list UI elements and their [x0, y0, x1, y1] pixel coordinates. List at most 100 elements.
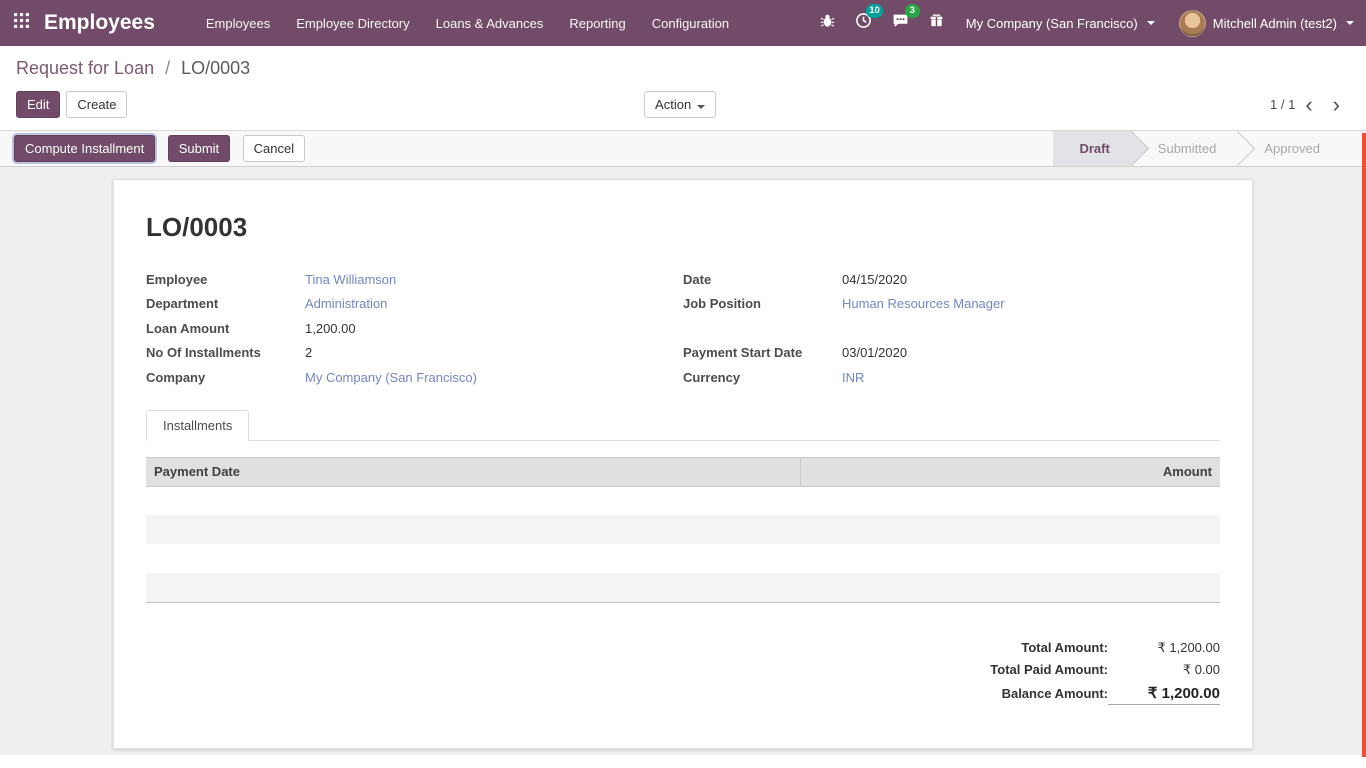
field-column-left: Employee Tina Williamson Department Admi…	[146, 267, 683, 390]
column-header-payment-date[interactable]: Payment Date	[146, 457, 801, 486]
notebook-tabs: Installments	[146, 410, 1220, 441]
pager-next-button[interactable]: ›	[1323, 94, 1350, 116]
field-currency: Currency INR	[683, 365, 1220, 390]
field-label: Company	[146, 370, 305, 385]
user-avatar	[1179, 10, 1206, 37]
activity-count-badge: 10	[866, 4, 883, 18]
action-dropdown-button[interactable]: Action	[644, 91, 716, 118]
field-label: Currency	[683, 370, 842, 385]
currency-link[interactable]: INR	[842, 370, 864, 385]
create-button[interactable]: Create	[66, 91, 127, 118]
total-paid-amount-label: Total Paid Amount:	[990, 662, 1108, 677]
nav-item-reporting[interactable]: Reporting	[556, 0, 638, 46]
employee-link[interactable]: Tina Williamson	[305, 272, 396, 287]
nav-item-configuration[interactable]: Configuration	[639, 0, 742, 46]
total-amount-row: Total Amount: ₹ 1,200.00	[1021, 637, 1220, 659]
field-label: No Of Installments	[146, 345, 305, 360]
field-payment-start-date: Payment Start Date 03/01/2020	[683, 341, 1220, 366]
balance-amount-value: ₹ 1,200.00	[1108, 684, 1220, 705]
compute-installment-button[interactable]: Compute Installment	[14, 135, 155, 162]
nav-item-loans-advances[interactable]: Loans & Advances	[423, 0, 557, 46]
status-pipeline: Draft Submitted Approved	[1053, 131, 1366, 166]
company-link[interactable]: My Company (San Francisco)	[305, 370, 477, 385]
app-menu: Employees Employee Directory Loans & Adv…	[193, 0, 742, 46]
empty-cell	[146, 486, 801, 515]
field-label: Date	[683, 272, 842, 287]
pager: 1 / 1 ‹ ›	[1270, 94, 1350, 116]
statusbar: Compute Installment Submit Cancel Draft …	[0, 130, 1366, 167]
field-label: Loan Amount	[146, 321, 305, 336]
field-employee: Employee Tina Williamson	[146, 267, 683, 292]
record-title: LO/0003	[146, 212, 1220, 243]
job-position-link[interactable]: Human Resources Manager	[842, 296, 1005, 311]
submit-button[interactable]: Submit	[168, 135, 230, 162]
company-name: My Company (San Francisco)	[966, 16, 1138, 31]
totals-block: Total Amount: ₹ 1,200.00 Total Paid Amou…	[146, 637, 1220, 708]
apps-grid-icon	[14, 13, 29, 33]
field-spacer	[683, 316, 1220, 341]
breadcrumb-current: LO/0003	[181, 58, 250, 78]
control-panel: Request for Loan / LO/0003 Edit Create A…	[0, 46, 1366, 130]
control-buttons-row: Edit Create Action 1 / 1 ‹ ›	[16, 91, 1350, 118]
debug-mode-button[interactable]	[810, 0, 845, 46]
messages-button[interactable]: 3	[882, 0, 919, 46]
pager-previous-button[interactable]: ‹	[1295, 94, 1322, 116]
field-loan-amount: Loan Amount 1,200.00	[146, 316, 683, 341]
statusbar-buttons: Compute Installment Submit Cancel	[14, 135, 307, 162]
apps-menu-button[interactable]	[0, 0, 42, 46]
cancel-button[interactable]: Cancel	[243, 135, 305, 162]
field-department: Department Administration	[146, 292, 683, 317]
field-date: Date 04/15/2020	[683, 267, 1220, 292]
field-company: Company My Company (San Francisco)	[146, 365, 683, 390]
field-installments-count: No Of Installments 2	[146, 341, 683, 366]
payment-start-date-value: 03/01/2020	[842, 345, 907, 360]
gift-button[interactable]	[919, 0, 954, 46]
balance-amount-row: Balance Amount: ₹ 1,200.00	[1002, 681, 1220, 708]
empty-cell	[801, 544, 1220, 573]
activities-button[interactable]: 10	[845, 0, 882, 46]
installments-empty-row	[146, 515, 1220, 544]
empty-cell	[146, 515, 801, 544]
installments-empty-row	[146, 486, 1220, 515]
caret-down-icon	[697, 105, 705, 109]
user-menu[interactable]: Mitchell Admin (test2)	[1167, 0, 1366, 46]
breadcrumb-separator: /	[165, 58, 170, 78]
caret-down-icon	[1346, 21, 1354, 25]
status-draft[interactable]: Draft	[1053, 131, 1131, 166]
field-job-position: Job Position Human Resources Manager	[683, 292, 1220, 317]
department-link[interactable]: Administration	[305, 296, 387, 311]
breadcrumb-parent-link[interactable]: Request for Loan	[16, 58, 154, 78]
odoo-screen: Employees Employees Employee Directory L…	[0, 0, 1366, 768]
total-paid-amount-value: ₹ 0.00	[1108, 662, 1220, 678]
table-header-row: Payment Date Amount	[146, 457, 1220, 486]
empty-cell	[146, 573, 801, 602]
pager-counter: 1 / 1	[1270, 97, 1295, 112]
balance-amount-label: Balance Amount:	[1002, 686, 1108, 701]
field-label: Employee	[146, 272, 305, 287]
caret-down-icon	[1147, 21, 1155, 25]
installments-count-value: 2	[305, 345, 312, 360]
right-edge-scrollbar[interactable]	[1362, 133, 1366, 757]
company-switcher[interactable]: My Company (San Francisco)	[954, 0, 1167, 46]
total-amount-label: Total Amount:	[1021, 640, 1108, 655]
message-count-badge: 3	[905, 4, 920, 18]
breadcrumb: Request for Loan / LO/0003	[16, 58, 1350, 79]
tab-installments[interactable]: Installments	[146, 410, 249, 441]
empty-cell	[801, 573, 1220, 602]
nav-item-employees[interactable]: Employees	[193, 0, 283, 46]
empty-cell	[801, 486, 1220, 515]
current-app-name[interactable]: Employees	[44, 11, 155, 35]
gift-icon	[929, 13, 944, 33]
form-sheet: LO/0003 Employee Tina Williamson Departm…	[113, 179, 1253, 749]
form-view-background: LO/0003 Employee Tina Williamson Departm…	[0, 167, 1366, 755]
systray: 10 3	[810, 0, 1366, 46]
edit-button[interactable]: Edit	[16, 91, 60, 118]
nav-item-employee-directory[interactable]: Employee Directory	[283, 0, 422, 46]
installments-table: Payment Date Amount	[146, 457, 1220, 603]
bug-icon	[820, 13, 835, 33]
column-header-amount[interactable]: Amount	[801, 457, 1220, 486]
installments-empty-row	[146, 544, 1220, 573]
empty-cell	[146, 544, 801, 573]
top-navbar: Employees Employees Employee Directory L…	[0, 0, 1366, 46]
installments-empty-row	[146, 573, 1220, 602]
